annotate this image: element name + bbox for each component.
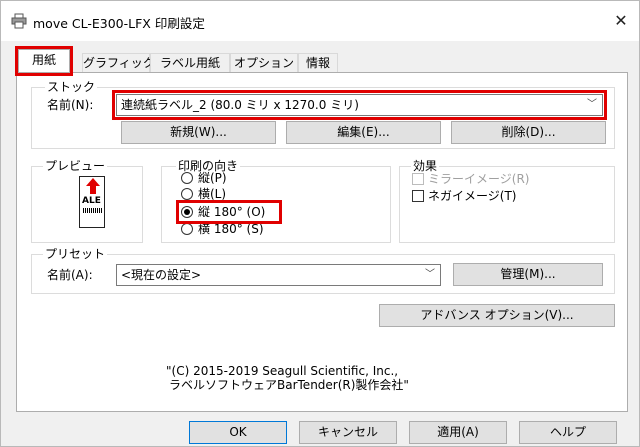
preset-name-dropdown[interactable]: <現在の設定> ﹀ — [116, 264, 441, 286]
cancel-button[interactable]: キャンセル — [299, 421, 397, 444]
tab-label-paper[interactable]: ラベル用紙 — [150, 53, 230, 73]
printer-icon — [11, 13, 27, 29]
help-button[interactable]: ヘルプ — [519, 421, 617, 444]
mirror-image-option[interactable]: ミラーイメージ(R) — [412, 172, 542, 186]
tab-options[interactable]: オプション — [230, 53, 298, 73]
delete-stock-button[interactable]: 削除(D)... — [451, 121, 606, 144]
stock-name-label: 名前(N): — [47, 98, 94, 112]
preview-sample-text: ALE — [82, 196, 101, 206]
title-bar: move CL-E300-LFX 印刷設定 ✕ — [1, 1, 639, 41]
preset-name-label: 名前(A): — [47, 268, 93, 282]
preset-name-value: <現在の設定> — [121, 268, 202, 282]
negative-image-option[interactable]: ネガイメージ(T) — [412, 189, 542, 203]
close-icon[interactable]: ✕ — [609, 9, 633, 33]
manage-preset-button[interactable]: 管理(M)... — [453, 263, 603, 286]
window-title: move CL-E300-LFX 印刷設定 — [33, 16, 205, 31]
print-settings-dialog: move CL-E300-LFX 印刷設定 ✕ 用紙 グラフィック ラベル用紙 … — [0, 0, 640, 447]
radio-button[interactable] — [181, 188, 193, 200]
orientation-option-landscape-180[interactable]: 横 180° (S) — [181, 222, 279, 236]
arrow-up-icon — [86, 178, 100, 194]
barcode-icon — [83, 208, 102, 213]
highlight-stock-name — [112, 90, 607, 120]
radio-button[interactable] — [181, 223, 193, 235]
preset-legend: プリセット — [43, 247, 108, 261]
copyright-line-2: ラベルソフトウェアBarTender(R)製作会社" — [169, 378, 409, 392]
orientation-option-label: 縦(P) — [198, 171, 227, 185]
effects-legend: 効果 — [411, 159, 440, 173]
radio-button[interactable] — [181, 172, 193, 184]
ok-button[interactable]: OK — [189, 421, 287, 444]
orientation-option-label: 横 180° (S) — [198, 222, 264, 236]
tab-info[interactable]: 情報 — [298, 53, 338, 73]
edit-stock-button[interactable]: 編集(E)... — [286, 121, 441, 144]
apply-button[interactable]: 適用(A) — [409, 421, 507, 444]
tab-graphics[interactable]: グラフィック — [82, 53, 155, 73]
stock-legend: ストック — [45, 80, 98, 94]
orientation-option-landscape[interactable]: 横(L) — [181, 187, 261, 201]
new-stock-button[interactable]: 新規(W)... — [121, 121, 276, 144]
checkbox[interactable] — [412, 173, 424, 185]
checkbox[interactable] — [412, 190, 424, 202]
highlight-orientation-180 — [176, 200, 282, 224]
preview-label-image: ALE — [79, 176, 105, 228]
orientation-option-label: 横(L) — [198, 187, 227, 201]
chevron-down-icon: ﹀ — [425, 269, 435, 280]
copyright-line-1: "(C) 2015-2019 Seagull Scientific, Inc., — [166, 364, 399, 378]
advanced-options-button[interactable]: アドバンス オプション(V)... — [379, 304, 615, 327]
highlight-tab-paper — [15, 46, 73, 76]
negative-image-label: ネガイメージ(T) — [428, 189, 517, 203]
preview-legend: プレビュー — [43, 159, 108, 173]
orientation-option-portrait[interactable]: 縦(P) — [181, 171, 261, 185]
mirror-image-label: ミラーイメージ(R) — [428, 172, 530, 186]
